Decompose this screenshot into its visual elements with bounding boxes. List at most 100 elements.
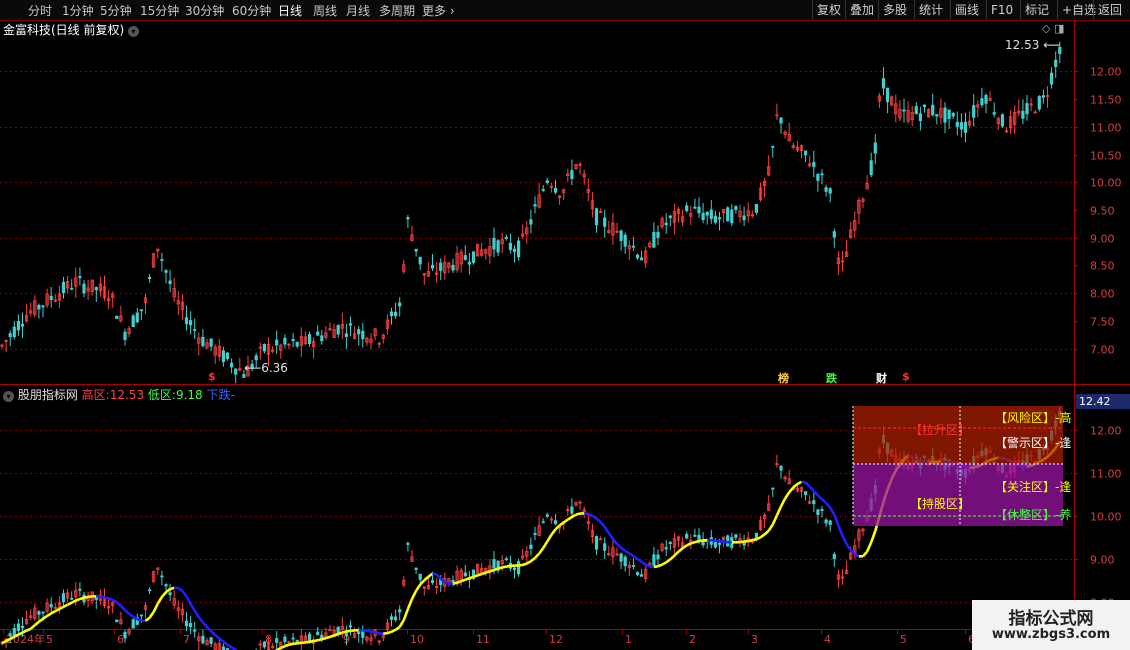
- candle-body: [955, 121, 959, 127]
- indicator-candle-body: [283, 636, 287, 643]
- candle-body: [553, 187, 558, 193]
- trend-line-segment: [788, 486, 795, 494]
- candle-body: [70, 287, 74, 290]
- trend-line-segment: [849, 549, 856, 556]
- indicator-candle-body: [816, 509, 820, 515]
- candle-body: [980, 98, 984, 106]
- x-axis-label: 4: [824, 633, 831, 646]
- indicator-candle-body: [49, 604, 53, 608]
- trend-line-segment: [329, 634, 335, 639]
- trend-line-segment: [640, 560, 647, 566]
- indicator-candle-body: [414, 567, 418, 570]
- indicator-y-tick-label: 9.00: [1090, 554, 1115, 567]
- candle-body: [1041, 95, 1045, 98]
- candle-body: [512, 248, 517, 252]
- candle-body: [832, 231, 836, 238]
- trend-line-segment: [669, 554, 676, 561]
- indicator-candle-body: [804, 491, 808, 496]
- candle-body: [619, 230, 623, 241]
- trend-line-segment: [402, 608, 410, 621]
- trend-line-segment: [321, 636, 327, 641]
- candle-body: [188, 320, 193, 326]
- trend-line-segment: [775, 505, 783, 516]
- trend-line-segment: [538, 547, 545, 555]
- chart-canvas[interactable]: 12.00 11.50 11.00 10.50 10.00 9.50 9.00 8.50 8.0…: [0, 0, 1130, 650]
- watermark-url: www.zbgs3.com: [991, 627, 1111, 642]
- candle-body: [61, 281, 66, 294]
- event-badge-1[interactable]: 榜: [778, 370, 789, 386]
- main-y-tick-label: 9.50: [1090, 205, 1115, 218]
- indicator-candle-body: [685, 533, 689, 539]
- trend-line-segment: [193, 610, 200, 618]
- indicator-candle-body: [184, 620, 189, 627]
- trend-line-segment: [620, 546, 626, 553]
- x-axis-label: 5: [900, 633, 907, 646]
- candle-body: [123, 331, 127, 340]
- indicator-candle-body: [771, 487, 775, 490]
- candle-body: [947, 109, 951, 119]
- zone-label-2: 【警示区】-逢: [995, 436, 1072, 450]
- trend-line-segment: [406, 598, 414, 610]
- candle-body: [881, 78, 886, 89]
- candle-body: [389, 311, 394, 317]
- candle-body: [135, 312, 139, 323]
- indicator-candle-body: [656, 554, 660, 560]
- low-marker: ⟵6.36: [244, 361, 288, 375]
- candle-body: [291, 338, 295, 342]
- indicator-dropdown-icon[interactable]: ▾: [3, 391, 14, 402]
- candle-body: [812, 162, 816, 167]
- trend-line-segment: [284, 643, 290, 648]
- indicator-candle-body: [529, 544, 533, 549]
- indicator-candle-body: [209, 637, 213, 644]
- indicator-candle-body: [389, 616, 394, 620]
- candle-body: [168, 280, 172, 285]
- event-badge-3[interactable]: 财: [876, 370, 887, 386]
- trend-line-segment: [649, 565, 655, 569]
- title-dropdown-icon[interactable]: ▾: [128, 26, 140, 37]
- candle-body: [295, 342, 299, 347]
- candle-body: [623, 234, 627, 247]
- trend-line-segment: [616, 543, 623, 549]
- layout-toggle-icons[interactable]: ◇ ◨: [1042, 22, 1064, 35]
- trend-line-segment: [206, 626, 213, 633]
- candle-body: [935, 114, 939, 117]
- indicator-candle-body: [717, 543, 722, 545]
- trend-line-segment: [197, 616, 204, 624]
- trend-line-segment: [575, 512, 581, 516]
- indicator-candle-body: [603, 543, 607, 551]
- indicator-candle-body: [824, 519, 828, 524]
- indicator-candle-body: [193, 629, 197, 632]
- candle-body: [869, 160, 873, 176]
- candle-body: [147, 276, 152, 280]
- indicator-candle-body: [20, 625, 25, 629]
- trend-line-segment: [177, 586, 184, 592]
- trend-line-segment: [595, 517, 602, 524]
- trend-line-segment: [624, 549, 630, 555]
- trend-line-segment: [862, 550, 869, 558]
- trend-line-segment: [148, 611, 155, 619]
- indicator-candle-body: [316, 631, 320, 636]
- trend-line-segment: [784, 491, 791, 500]
- candle-body: [984, 95, 988, 104]
- indicator-candle-body: [70, 597, 74, 600]
- indicator-candle-body: [693, 534, 697, 537]
- candle-body: [439, 262, 443, 271]
- trend-line-segment: [62, 603, 69, 609]
- main-y-tick-label: 8.50: [1090, 260, 1115, 273]
- zone-label-0: 【风险区】-高: [995, 411, 1072, 425]
- indicator-candle-body: [344, 633, 349, 637]
- trend-line-segment: [628, 552, 635, 558]
- trend-line-segment: [686, 542, 692, 547]
- trend-line-segment: [226, 643, 233, 649]
- candle-body: [1037, 96, 1041, 110]
- high-zone-label: 高区:: [81, 388, 110, 402]
- candle-body: [398, 302, 402, 307]
- event-badge-4[interactable]: $: [902, 370, 910, 383]
- trend-line-segment: [567, 515, 573, 521]
- indicator-candle-body: [168, 592, 172, 596]
- trend-line-segment: [681, 544, 688, 550]
- event-badge-2[interactable]: 跌: [826, 370, 837, 386]
- event-badge-0[interactable]: $: [208, 370, 216, 383]
- current-price-tag: 12.42: [1076, 394, 1130, 409]
- trend-line-segment: [83, 595, 89, 599]
